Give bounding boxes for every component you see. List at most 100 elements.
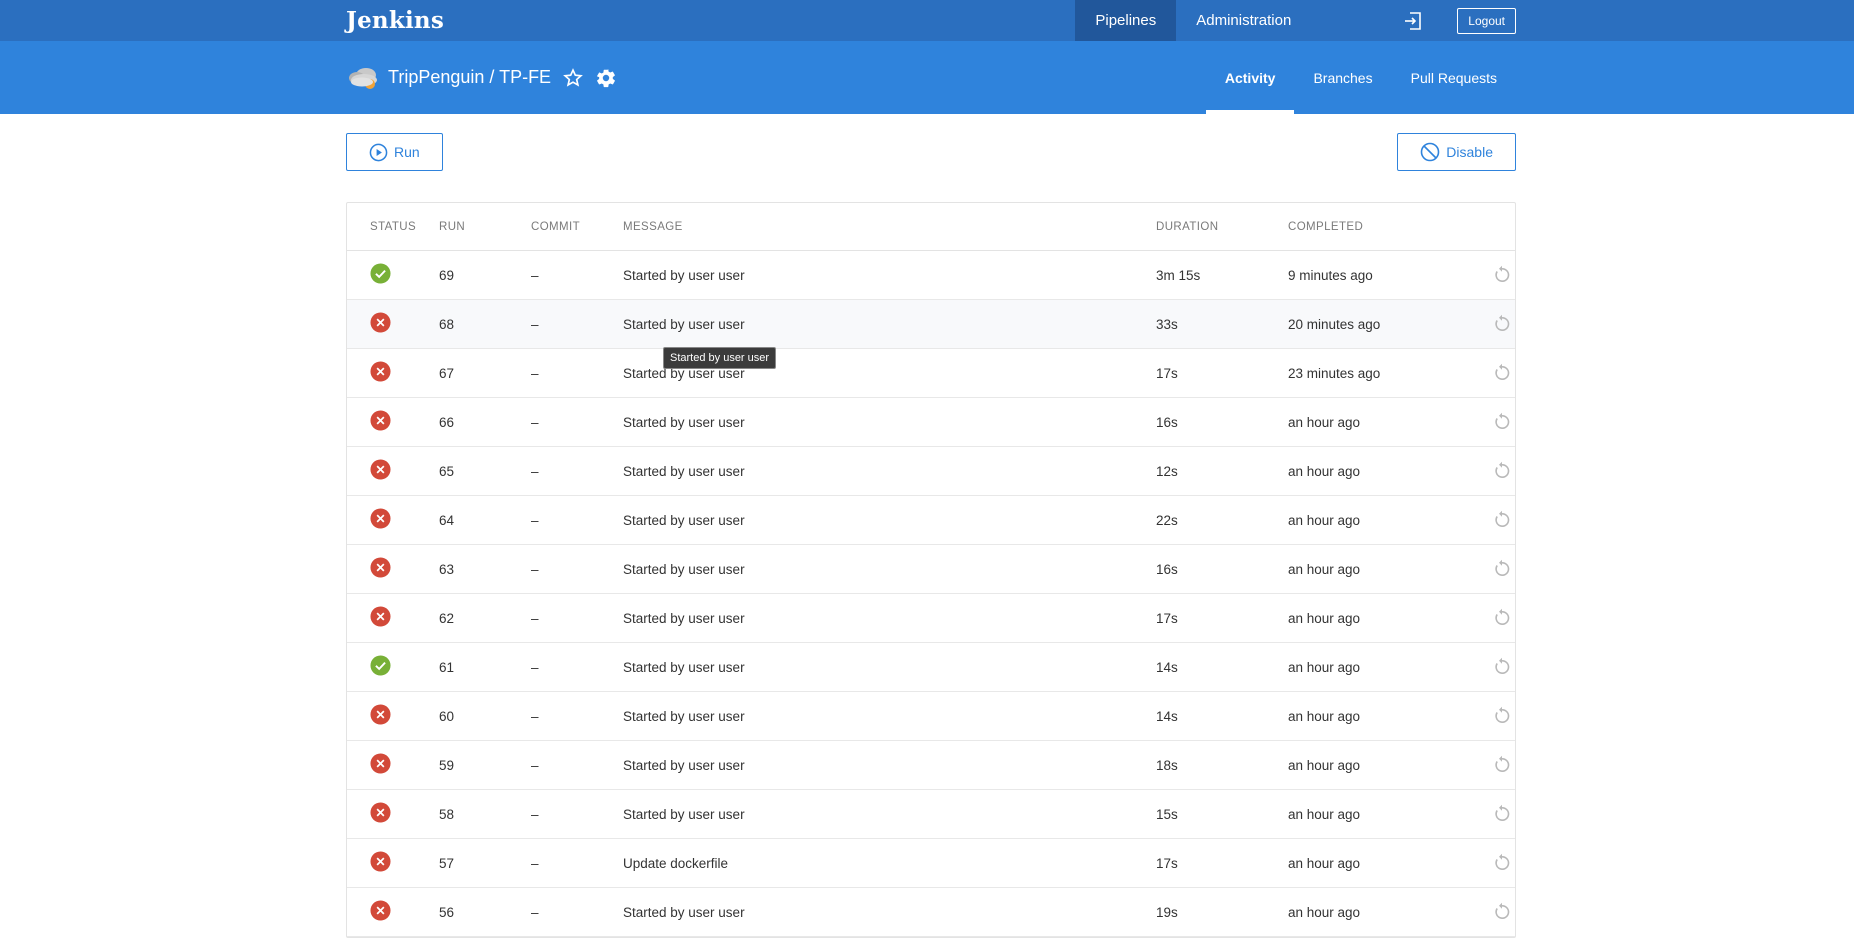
replay-icon[interactable]	[1492, 412, 1512, 432]
replay-icon[interactable]	[1492, 314, 1512, 334]
table-row[interactable]: 63– Started by user user 16s an hour ago	[347, 545, 1515, 594]
status-cell	[347, 361, 439, 385]
run-message[interactable]: Started by user user	[623, 905, 1156, 920]
table-row[interactable]: 62– Started by user user 17s an hour ago	[347, 594, 1515, 643]
run-message[interactable]: Update dockerfile	[623, 856, 1156, 871]
replay-icon[interactable]	[1492, 804, 1512, 824]
run-message[interactable]: Started by user user	[623, 464, 1156, 479]
table-row[interactable]: 67– Started by user user 17s 23 minutes ago	[347, 349, 1515, 398]
failure-x-icon	[370, 312, 391, 333]
table-row[interactable]: 58– Started by user user 15s an hour ago	[347, 790, 1515, 839]
failure-x-icon	[370, 851, 391, 872]
run-number[interactable]: 59	[439, 758, 531, 773]
nav-administration[interactable]: Administration	[1176, 0, 1311, 41]
activity-table: STATUS RUN COMMIT MESSAGE DURATION COMPL…	[346, 202, 1516, 938]
replay-icon[interactable]	[1492, 265, 1512, 285]
run-message[interactable]: Started by user user	[623, 709, 1156, 724]
table-row[interactable]: 66– Started by user user 16s an hour ago	[347, 398, 1515, 447]
run-message[interactable]: Started by user user	[623, 268, 1156, 283]
run-message[interactable]: Started by user user	[623, 415, 1156, 430]
replay-icon[interactable]	[1492, 510, 1512, 530]
table-row[interactable]: 69– Started by user user 3m 15s 9 minutes a…	[347, 251, 1515, 300]
commit-id: –	[531, 512, 539, 528]
replay-icon[interactable]	[1492, 755, 1512, 775]
column-header-run: RUN	[439, 220, 466, 233]
replay-icon[interactable]	[1492, 559, 1512, 579]
run-button[interactable]: Run	[346, 133, 443, 171]
project-title[interactable]: TripPenguin / TP-FE	[388, 67, 551, 88]
run-completed: an hour ago	[1288, 855, 1361, 871]
run-number[interactable]: 56	[439, 905, 531, 920]
table-row[interactable]: 56– Started by user user 19s an hour ago	[347, 888, 1515, 937]
tab-pull-requests[interactable]: Pull Requests	[1392, 41, 1516, 114]
run-duration: 18s	[1156, 757, 1178, 773]
run-completed: an hour ago	[1288, 512, 1361, 528]
table-row[interactable]: 61– Started by user user 14s an hour ago	[347, 643, 1515, 692]
replay-icon[interactable]	[1492, 706, 1512, 726]
commit-id: –	[531, 267, 539, 283]
status-cell	[347, 557, 439, 581]
table-row[interactable]: 64– Started by user user 22s an hour ago	[347, 496, 1515, 545]
run-message[interactable]: Started by user user	[623, 317, 1156, 332]
column-header-message: MESSAGE	[623, 220, 683, 233]
run-number[interactable]: 60	[439, 709, 531, 724]
column-header-commit: COMMIT	[531, 220, 581, 233]
run-number[interactable]: 64	[439, 513, 531, 528]
column-header-status: STATUS	[370, 220, 417, 233]
run-number[interactable]: 61	[439, 660, 531, 675]
status-cell	[347, 508, 439, 532]
replay-icon[interactable]	[1492, 853, 1512, 873]
table-row[interactable]: 65– Started by user user 12s an hour ago	[347, 447, 1515, 496]
table-row[interactable]: 59– Started by user user 18s an hour ago	[347, 741, 1515, 790]
column-header-duration: DURATION	[1156, 220, 1219, 233]
table-row[interactable]: 57– Update dockerfile 17s an hour ago	[347, 839, 1515, 888]
table-header: STATUS RUN COMMIT MESSAGE DURATION COMPL…	[347, 203, 1515, 251]
run-message[interactable]: Started by user user	[623, 660, 1156, 675]
run-number[interactable]: 57	[439, 856, 531, 871]
run-number[interactable]: 63	[439, 562, 531, 577]
run-message[interactable]: Started by user user	[623, 611, 1156, 626]
run-message[interactable]: Started by user user	[623, 562, 1156, 577]
tab-branches[interactable]: Branches	[1294, 41, 1391, 114]
disable-button[interactable]: Disable	[1397, 133, 1516, 171]
run-duration: 17s	[1156, 855, 1178, 871]
run-number[interactable]: 65	[439, 464, 531, 479]
run-number[interactable]: 69	[439, 268, 531, 283]
failure-x-icon	[370, 410, 391, 431]
run-message[interactable]: Started by user user	[623, 807, 1156, 822]
replay-icon[interactable]	[1492, 461, 1512, 481]
run-number[interactable]: 62	[439, 611, 531, 626]
top-nav: Pipelines Administration Logout	[1075, 0, 1516, 41]
run-number[interactable]: 66	[439, 415, 531, 430]
nav-pipelines[interactable]: Pipelines	[1075, 0, 1177, 41]
failure-x-icon	[370, 606, 391, 627]
run-message[interactable]: Started by user user	[623, 758, 1156, 773]
gear-icon[interactable]	[595, 67, 617, 89]
replay-icon[interactable]	[1492, 902, 1512, 922]
run-number[interactable]: 68	[439, 317, 531, 332]
cloudy-weather-icon	[349, 67, 377, 89]
jenkins-logo[interactable]: Jenkins	[346, 7, 444, 34]
table-row[interactable]: 68– Started by user user 33s 20 minutes ago	[347, 300, 1515, 349]
tab-activity[interactable]: Activity	[1205, 41, 1295, 114]
exit-icon[interactable]	[1383, 0, 1443, 41]
star-icon[interactable]	[563, 67, 583, 88]
table-row[interactable]: 60– Started by user user 14s an hour ago	[347, 692, 1515, 741]
commit-id: –	[531, 708, 539, 724]
commit-id: –	[531, 904, 539, 920]
logout-button[interactable]: Logout	[1457, 0, 1516, 41]
run-message[interactable]: Started by user user	[623, 513, 1156, 528]
status-cell	[347, 802, 439, 826]
run-completed: an hour ago	[1288, 904, 1361, 920]
status-cell	[347, 900, 439, 924]
run-number[interactable]: 58	[439, 807, 531, 822]
commit-id: –	[531, 610, 539, 626]
run-completed: an hour ago	[1288, 463, 1361, 479]
run-number[interactable]: 67	[439, 366, 531, 381]
replay-icon[interactable]	[1492, 363, 1512, 383]
replay-icon[interactable]	[1492, 657, 1512, 677]
run-completed: an hour ago	[1288, 757, 1361, 773]
run-duration: 16s	[1156, 561, 1178, 577]
replay-icon[interactable]	[1492, 608, 1512, 628]
run-completed: an hour ago	[1288, 659, 1361, 675]
